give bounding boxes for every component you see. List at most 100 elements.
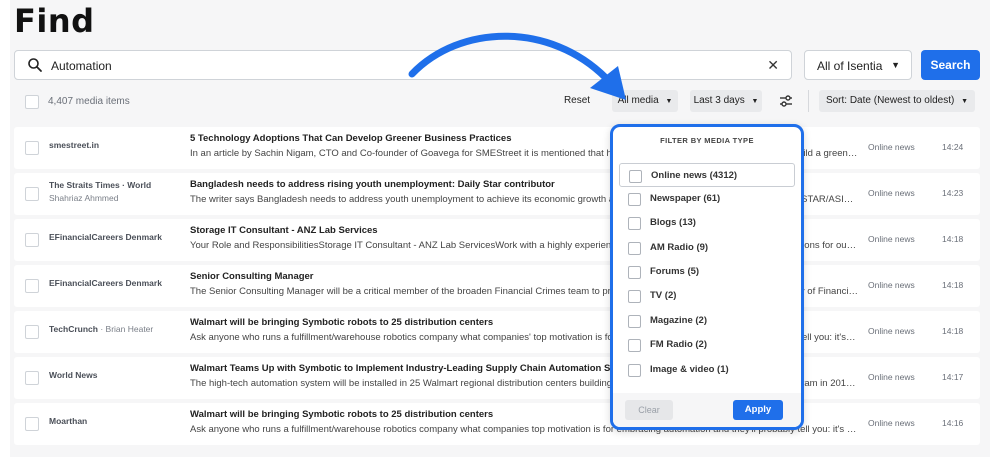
- row-time: 14:18: [942, 326, 964, 336]
- sort-label: Sort: Date (Newest to oldest): [825, 95, 955, 106]
- row-time: 14:24: [942, 142, 964, 152]
- row-media-type: Online news: [868, 280, 915, 290]
- filter-option-label: Forums (5): [650, 266, 700, 277]
- sort-button[interactable]: Sort: Date (Newest to oldest) ▼: [819, 90, 975, 112]
- sliders-icon[interactable]: [777, 92, 795, 110]
- clear-button[interactable]: Clear: [625, 400, 673, 420]
- row-headline[interactable]: Walmart will be bringing Symbotic robots…: [190, 317, 493, 328]
- row-source-name: EFinancialCareers Denmark: [49, 232, 162, 242]
- filter-option-magazine[interactable]: Magazine (2): [619, 309, 795, 333]
- search-icon: [28, 58, 42, 72]
- media-count: 4,407 media items: [48, 96, 130, 107]
- filter-option-label: AM Radio (9): [650, 242, 709, 253]
- list-item[interactable]: The Straits Times · World Shahriaz Ahmme…: [14, 173, 980, 215]
- row-checkbox[interactable]: [25, 187, 39, 201]
- chevron-down-icon: ▼: [961, 98, 969, 105]
- list-item[interactable]: EFinancialCareers Denmark Storage IT Con…: [14, 219, 980, 261]
- clear-search-icon[interactable]: ✕: [767, 57, 779, 74]
- row-headline[interactable]: Storage IT Consultant - ANZ Lab Services: [190, 225, 378, 236]
- filter-checkbox[interactable]: [628, 266, 641, 279]
- row-checkbox[interactable]: [25, 417, 39, 431]
- search-box[interactable]: ✕: [14, 50, 792, 80]
- row-byline: Shahriaz Ahmmed: [49, 193, 119, 203]
- filter-option-am-radio[interactable]: AM Radio (9): [619, 236, 795, 260]
- filter-option-newspaper[interactable]: Newspaper (61): [619, 187, 795, 211]
- reset-button[interactable]: Reset: [552, 90, 602, 112]
- filter-checkbox[interactable]: [628, 217, 641, 230]
- filter-checkbox[interactable]: [628, 364, 641, 377]
- filter-option-tv[interactable]: TV (2): [619, 284, 795, 308]
- filter-option-fm-radio[interactable]: FM Radio (2): [619, 333, 795, 357]
- row-source: TechCrunch · Brian Heater: [49, 324, 153, 334]
- date-filter-button[interactable]: Last 3 days ▼: [690, 90, 762, 112]
- filter-option-forums[interactable]: Forums (5): [619, 260, 795, 284]
- toolbar-divider: [808, 90, 809, 112]
- filter-option-label: Online news (4312): [651, 170, 738, 181]
- row-checkbox[interactable]: [25, 233, 39, 247]
- scope-select[interactable]: All of Isentia ▼: [804, 50, 912, 80]
- row-checkbox[interactable]: [25, 141, 39, 155]
- filter-option-image-video[interactable]: Image & video (1): [619, 358, 795, 382]
- filter-checkbox[interactable]: [628, 339, 641, 352]
- row-source-name: The Straits Times · World: [49, 180, 152, 190]
- search-input[interactable]: [49, 55, 753, 77]
- row-media-type: Online news: [868, 188, 915, 198]
- row-source-name: EFinancialCareers Denmark: [49, 278, 162, 288]
- media-filter-label: All media: [617, 95, 659, 106]
- list-item[interactable]: Moarthan Walmart will be bringing Symbot…: [14, 403, 980, 445]
- filter-checkbox[interactable]: [628, 315, 641, 328]
- row-source: EFinancialCareers Denmark: [49, 232, 162, 242]
- row-time: 14:17: [942, 372, 964, 382]
- row-headline[interactable]: 5 Technology Adoptions That Can Develop …: [190, 133, 512, 144]
- filter-option-label: Magazine (2): [650, 315, 708, 326]
- list-item[interactable]: smestreet.in 5 Technology Adoptions That…: [14, 127, 980, 169]
- filter-checkbox[interactable]: [628, 193, 641, 206]
- row-media-type: Online news: [868, 234, 915, 244]
- filter-option-blogs[interactable]: Blogs (13): [619, 211, 795, 235]
- filter-option-label: Blogs (13): [650, 217, 696, 228]
- apply-button[interactable]: Apply: [733, 400, 783, 420]
- row-source-name: TechCrunch: [49, 324, 98, 334]
- search-button[interactable]: Search: [921, 50, 980, 80]
- select-all-checkbox[interactable]: [25, 95, 39, 109]
- chevron-down-icon: ▼: [751, 98, 759, 105]
- row-media-type: Online news: [868, 418, 915, 428]
- date-filter-label: Last 3 days: [693, 95, 745, 106]
- row-headline[interactable]: Walmart Teams Up with Symbotic to Implem…: [190, 363, 638, 374]
- row-time: 14:18: [942, 234, 964, 244]
- chevron-down-icon: ▼: [665, 98, 673, 105]
- dropdown-footer: Clear Apply: [613, 393, 801, 427]
- row-time: 14:18: [942, 280, 964, 290]
- row-source: smestreet.in: [49, 140, 99, 150]
- list-item[interactable]: World News Walmart Teams Up with Symboti…: [14, 357, 980, 399]
- filter-option-online-news[interactable]: Online news (4312): [619, 163, 795, 187]
- filter-checkbox[interactable]: [628, 242, 641, 255]
- row-checkbox[interactable]: [25, 325, 39, 339]
- scope-select-value: All of Isentia: [817, 59, 883, 73]
- list-item[interactable]: EFinancialCareers Denmark Senior Consult…: [14, 265, 980, 307]
- list-item[interactable]: TechCrunch · Brian Heater Walmart will b…: [14, 311, 980, 353]
- media-type-dropdown: FILTER BY MEDIA TYPE Online news (4312) …: [610, 124, 804, 430]
- row-source-name: Moarthan: [49, 416, 88, 426]
- row-source: World News: [49, 370, 98, 380]
- media-filter-button[interactable]: All media ▼: [612, 90, 678, 112]
- row-author: · Brian Heater: [97, 324, 154, 334]
- row-source: EFinancialCareers Denmark: [49, 278, 162, 288]
- row-source-name: smestreet.in: [49, 140, 100, 150]
- filter-option-label: Newspaper (61): [650, 193, 721, 204]
- filter-checkbox[interactable]: [629, 170, 642, 183]
- chevron-down-icon: ▼: [891, 60, 900, 70]
- row-headline[interactable]: Walmart will be bringing Symbotic robots…: [190, 409, 493, 420]
- filter-option-label: Image & video (1): [650, 364, 729, 375]
- row-source: The Straits Times · World: [49, 180, 151, 190]
- filter-option-label: TV (2): [650, 290, 677, 301]
- row-media-type: Online news: [868, 372, 915, 382]
- row-checkbox[interactable]: [25, 371, 39, 385]
- filter-option-label: FM Radio (2): [650, 339, 707, 350]
- row-checkbox[interactable]: [25, 279, 39, 293]
- row-headline[interactable]: Bangladesh needs to address rising youth…: [190, 179, 555, 190]
- row-time: 14:23: [942, 188, 964, 198]
- row-headline[interactable]: Senior Consulting Manager: [190, 271, 314, 282]
- row-source-name: World News: [49, 370, 98, 380]
- filter-checkbox[interactable]: [628, 290, 641, 303]
